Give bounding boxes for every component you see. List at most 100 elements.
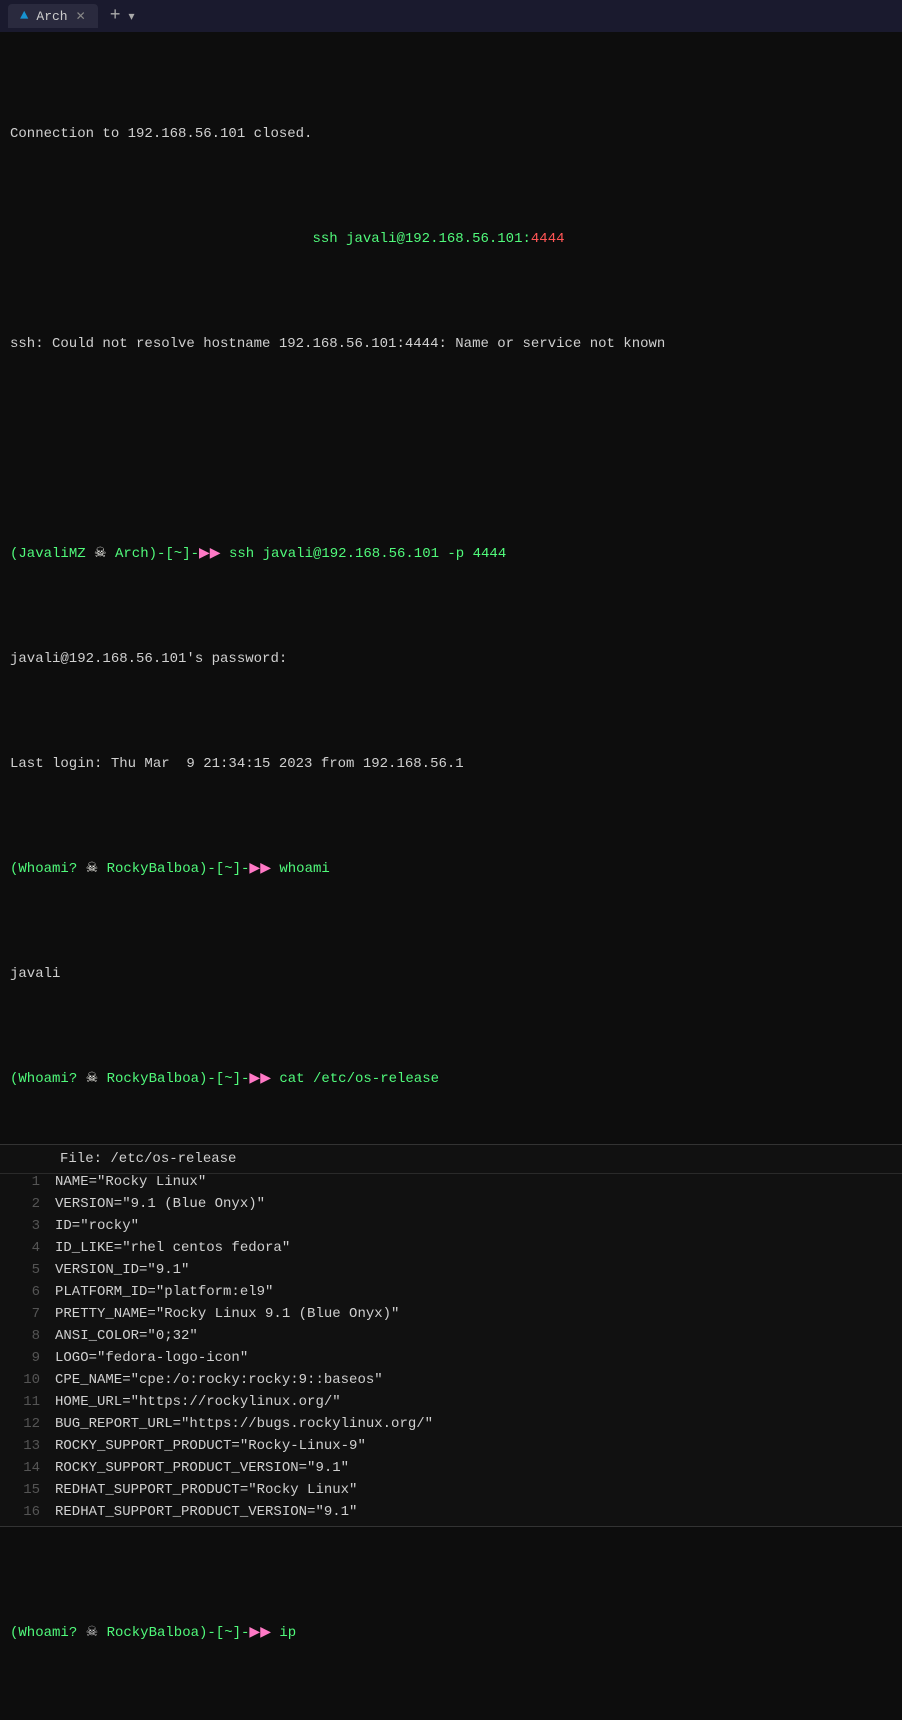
line-number: 12: [0, 1416, 55, 1432]
line-number: 13: [0, 1438, 55, 1454]
line-content: REDHAT_SUPPORT_PRODUCT="Rocky Linux": [55, 1482, 902, 1498]
line-number: 11: [0, 1394, 55, 1410]
prompt2-space: [271, 861, 279, 877]
file-line: 1NAME="Rocky Linux": [0, 1174, 902, 1196]
file-line: 8ANSI_COLOR="0;32": [0, 1328, 902, 1350]
line-number: 9: [0, 1350, 55, 1366]
prompt4-line: (Whoami? ☠ RockyBalboa)-[~]-▶▶ ip: [10, 1623, 892, 1644]
prompt2-close: )-[~]-: [199, 861, 249, 877]
line-content: ROCKY_SUPPORT_PRODUCT="Rocky-Linux-9": [55, 1438, 902, 1454]
prompt1-space: [221, 546, 229, 562]
prompt4-close: )-[~]-: [199, 1625, 249, 1641]
line-content: ANSI_COLOR="0;32": [55, 1328, 902, 1344]
password-prompt-line: javali@192.168.56.101's password:: [10, 649, 892, 670]
line-content: LOGO="fedora-logo-icon": [55, 1350, 902, 1366]
prompt4-user: Whoami?: [18, 1625, 77, 1641]
prompt1-skull: ☠: [86, 546, 115, 562]
prompt2-open: (: [10, 861, 18, 877]
file-line: 14ROCKY_SUPPORT_PRODUCT_VERSION="9.1": [0, 1460, 902, 1482]
line-number: 10: [0, 1372, 55, 1388]
prompt2-line: (Whoami? ☠ RockyBalboa)-[~]-▶▶ whoami: [10, 859, 892, 880]
file-line: 15REDHAT_SUPPORT_PRODUCT="Rocky Linux": [0, 1482, 902, 1504]
file-line: 10CPE_NAME="cpe:/o:rocky:rocky:9::baseos…: [0, 1372, 902, 1394]
line-content: HOME_URL="https://rockylinux.org/": [55, 1394, 902, 1410]
line-content: VERSION_ID="9.1": [55, 1262, 902, 1278]
file-header: File: /etc/os-release: [0, 1145, 902, 1174]
line-content: REDHAT_SUPPORT_PRODUCT_VERSION="9.1": [55, 1504, 902, 1520]
prompt1-cmd: ssh javali@192.168.56.101 -p 4444: [229, 546, 506, 562]
arch-icon: ▲: [20, 8, 28, 24]
prompt3-space: [271, 1071, 279, 1087]
line-number: 8: [0, 1328, 55, 1344]
tab-arrow-button[interactable]: ▾: [129, 9, 135, 24]
blank-line-1: [10, 439, 892, 460]
line-number: 2: [0, 1196, 55, 1212]
prompt3-line: (Whoami? ☠ RockyBalboa)-[~]-▶▶ cat /etc/…: [10, 1069, 892, 1090]
line-number: 14: [0, 1460, 55, 1476]
file-line: 6PLATFORM_ID="platform:el9": [0, 1284, 902, 1306]
prompt1-line: (JavaliMZ ☠ Arch)-[~]-▶▶ ssh javali@192.…: [10, 544, 892, 565]
ssh-attempt-text: ssh javali@192.168.56.101:4444: [312, 231, 564, 247]
file-lines-container: 1NAME="Rocky Linux"2VERSION="9.1 (Blue O…: [0, 1174, 902, 1526]
line-number: 6: [0, 1284, 55, 1300]
line-content: PRETTY_NAME="Rocky Linux 9.1 (Blue Onyx)…: [55, 1306, 902, 1322]
terminal-tab[interactable]: ▲ Arch ✕: [8, 4, 98, 28]
line-content: VERSION="9.1 (Blue Onyx)": [55, 1196, 902, 1212]
last-login-line: Last login: Thu Mar 9 21:34:15 2023 from…: [10, 754, 892, 775]
file-line: 4ID_LIKE="rhel centos fedora": [0, 1240, 902, 1262]
prompt1-arrow: ▶▶: [199, 546, 221, 562]
file-line: 2VERSION="9.1 (Blue Onyx)": [0, 1196, 902, 1218]
prompt4-cmd: ip: [279, 1625, 296, 1641]
file-line: 9LOGO="fedora-logo-icon": [0, 1350, 902, 1372]
prompt3-open: (: [10, 1071, 18, 1087]
ssh-error-line: ssh: Could not resolve hostname 192.168.…: [10, 334, 892, 355]
prompt3-cmd: cat /etc/os-release: [279, 1071, 439, 1087]
tab-label: Arch: [36, 9, 67, 24]
line-content: BUG_REPORT_URL="https://bugs.rockylinux.…: [55, 1416, 902, 1432]
file-viewer: File: /etc/os-release 1NAME="Rocky Linux…: [0, 1144, 902, 1527]
prompt4-space: [271, 1625, 279, 1641]
file-line: 12BUG_REPORT_URL="https://bugs.rockylinu…: [0, 1416, 902, 1438]
line-content: PLATFORM_ID="platform:el9": [55, 1284, 902, 1300]
line-number: 5: [0, 1262, 55, 1278]
prompt3-close: )-[~]-: [199, 1071, 249, 1087]
prompt3-user: Whoami?: [18, 1071, 77, 1087]
line-content: NAME="Rocky Linux": [55, 1174, 902, 1190]
file-line: 7PRETTY_NAME="Rocky Linux 9.1 (Blue Onyx…: [0, 1306, 902, 1328]
line-number: 3: [0, 1218, 55, 1234]
file-line: 5VERSION_ID="9.1": [0, 1262, 902, 1284]
prompt4-arrow: ▶▶: [249, 1625, 271, 1641]
close-tab-button[interactable]: ✕: [76, 9, 86, 24]
prompt2-arrow: ▶▶: [249, 861, 271, 877]
file-line: 11HOME_URL="https://rockylinux.org/": [0, 1394, 902, 1416]
line-number: 4: [0, 1240, 55, 1256]
prompt4-open: (: [10, 1625, 18, 1641]
line-content: ID="rocky": [55, 1218, 902, 1234]
line-content: ROCKY_SUPPORT_PRODUCT_VERSION="9.1": [55, 1460, 902, 1476]
ssh-attempt-line: ssh javali@192.168.56.101:4444: [10, 229, 892, 250]
line-number: 1: [0, 1174, 55, 1190]
line-content: ID_LIKE="rhel centos fedora": [55, 1240, 902, 1256]
new-tab-button[interactable]: +: [110, 6, 121, 26]
prompt2-host: RockyBalboa: [107, 861, 199, 877]
prompt3-host: RockyBalboa: [107, 1071, 199, 1087]
prompt1-host: Arch: [115, 546, 149, 562]
prompt3-skull: ☠: [77, 1071, 106, 1087]
prompt2-cmd: whoami: [279, 861, 329, 877]
terminal-after: (Whoami? ☠ RockyBalboa)-[~]-▶▶ ip loUNKN…: [0, 1531, 902, 1720]
file-line: 13ROCKY_SUPPORT_PRODUCT="Rocky-Linux-9": [0, 1438, 902, 1460]
prompt4-skull: ☠: [77, 1625, 106, 1641]
prompt1-user: JavaliMZ: [18, 546, 85, 562]
titlebar: ▲ Arch ✕ + ▾: [0, 0, 902, 32]
file-line: 16REDHAT_SUPPORT_PRODUCT_VERSION="9.1": [0, 1504, 902, 1526]
prompt2-user: Whoami?: [18, 861, 77, 877]
port-number: 4444: [531, 231, 565, 247]
line-number: 15: [0, 1482, 55, 1498]
whoami-result-line: javali: [10, 964, 892, 985]
prompt4-host: RockyBalboa: [107, 1625, 199, 1641]
line-number: 7: [0, 1306, 55, 1322]
terminal-content: Connection to 192.168.56.101 closed. ssh…: [0, 32, 902, 1140]
line-number: 16: [0, 1504, 55, 1520]
prompt3-arrow: ▶▶: [249, 1071, 271, 1087]
prompt2-skull: ☠: [77, 861, 106, 877]
